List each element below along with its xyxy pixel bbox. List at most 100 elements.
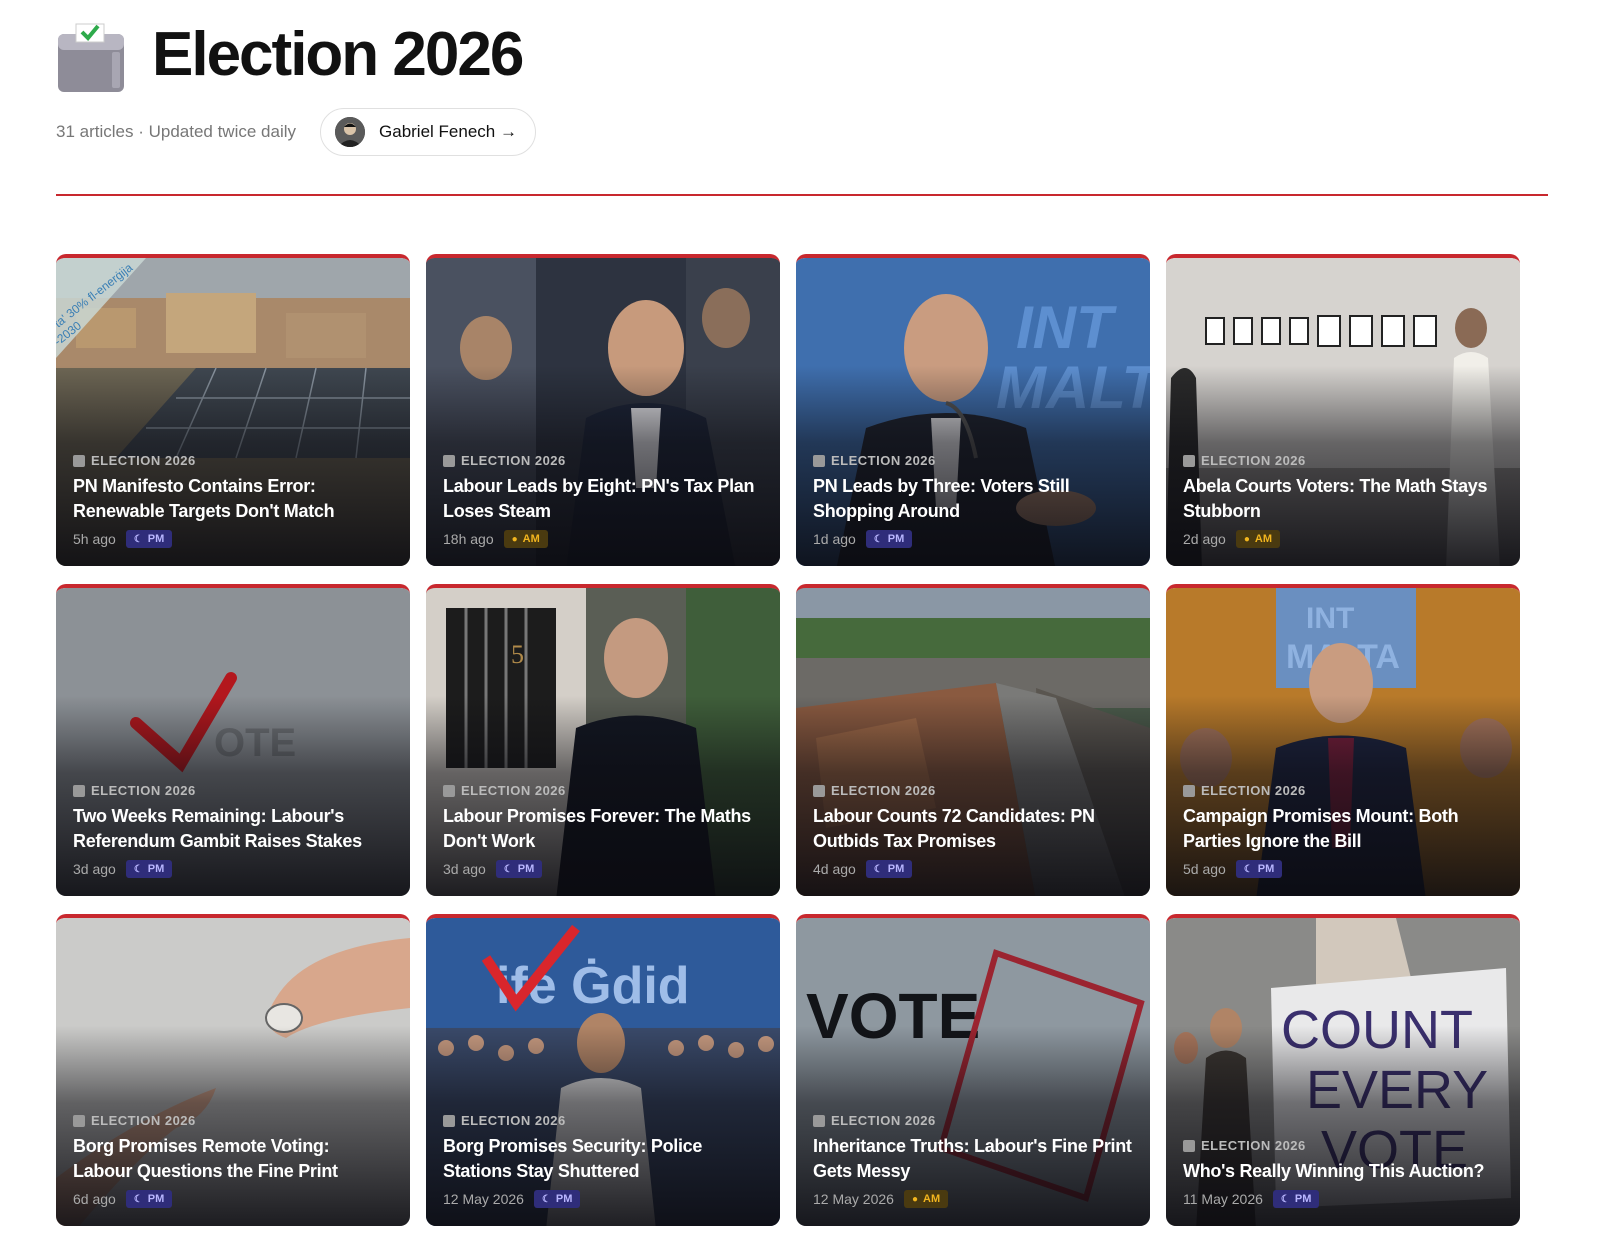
- kicker-label: ELECTION 2026: [461, 1113, 566, 1128]
- moon-icon: ☾: [541, 1193, 551, 1205]
- ballot-mini-icon: [443, 454, 455, 467]
- card-content: ELECTION 2026 Who's Really Winning This …: [1183, 1138, 1503, 1208]
- article-card[interactable]: VOTE ELECTION 2026 Inheritance Truths: L…: [796, 914, 1150, 1226]
- title-row: Election 2026: [56, 10, 1546, 100]
- card-kicker: ELECTION 2026: [1183, 453, 1503, 468]
- page-title: Election 2026: [152, 20, 524, 89]
- ballot-mini-icon: [73, 454, 85, 467]
- card-headline[interactable]: PN Leads by Three: Voters Still Shopping…: [813, 474, 1133, 524]
- card-time: 4d ago: [813, 861, 856, 877]
- edition-label: AM: [1254, 533, 1272, 545]
- moon-icon: ☾: [1243, 863, 1253, 875]
- card-content: ELECTION 2026 Labour Counts 72 Candidate…: [813, 783, 1133, 878]
- meta-row: 31 articles · Updated twice daily Gabrie…: [56, 108, 1546, 156]
- edition-badge: ● AM: [1235, 530, 1280, 548]
- page-header: Election 2026 31 articles · Updated twic…: [56, 10, 1546, 156]
- card-footer: 1d ago ☾ PM: [813, 530, 1133, 548]
- edition-badge: ☾ PM: [1272, 1190, 1320, 1208]
- card-time: 3d ago: [443, 861, 486, 877]
- author-link-button[interactable]: Gabriel Fenech →: [320, 108, 536, 156]
- card-kicker: ELECTION 2026: [813, 1113, 1133, 1128]
- edition-badge: ☾ PM: [125, 860, 173, 878]
- kicker-label: ELECTION 2026: [461, 453, 566, 468]
- edition-label: AM: [923, 1193, 941, 1205]
- card-footer: 5d ago ☾ PM: [1183, 860, 1503, 878]
- card-kicker: ELECTION 2026: [813, 783, 1133, 798]
- article-card[interactable]: INT MALT ELECTION 2026 PN Leads by Three…: [796, 254, 1150, 566]
- card-headline[interactable]: PN Manifesto Contains Error: Renewable T…: [73, 474, 393, 524]
- edition-label: PM: [1257, 863, 1275, 875]
- ballot-box-icon: [56, 22, 126, 94]
- kicker-label: ELECTION 2026: [1201, 783, 1306, 798]
- card-headline[interactable]: Two Weeks Remaining: Labour's Referendum…: [73, 804, 393, 854]
- edition-label: PM: [555, 1193, 573, 1205]
- card-footer: 5h ago ☾ PM: [73, 530, 393, 548]
- card-kicker: ELECTION 2026: [1183, 1138, 1503, 1153]
- card-time: 5d ago: [1183, 861, 1226, 877]
- edition-badge: ☾ PM: [1235, 860, 1283, 878]
- ballot-mini-icon: [73, 1114, 85, 1127]
- edition-badge: ☾ PM: [533, 1190, 581, 1208]
- article-card[interactable]: ELECTION 2026 Labour Counts 72 Candidate…: [796, 584, 1150, 896]
- card-kicker: ELECTION 2026: [443, 1113, 763, 1128]
- card-time: 12 May 2026: [813, 1191, 894, 1207]
- card-footer: 4d ago ☾ PM: [813, 860, 1133, 878]
- kicker-label: ELECTION 2026: [91, 783, 196, 798]
- card-headline[interactable]: Labour Counts 72 Candidates: PN Outbids …: [813, 804, 1133, 854]
- article-card[interactable]: ELECTION 2026 Borg Promises Remote Votin…: [56, 914, 410, 1226]
- card-headline[interactable]: Who's Really Winning This Auction?: [1183, 1159, 1503, 1184]
- article-card[interactable]: ife Ġdid ELECTION 2026 Borg Promises Sec…: [426, 914, 780, 1226]
- edition-badge: ☾ PM: [865, 860, 913, 878]
- ballot-mini-icon: [813, 784, 825, 797]
- card-headline[interactable]: Abela Courts Voters: The Math Stays Stub…: [1183, 474, 1503, 524]
- kicker-label: ELECTION 2026: [1201, 453, 1306, 468]
- card-time: 12 May 2026: [443, 1191, 524, 1207]
- edition-label: PM: [887, 533, 905, 545]
- card-content: ELECTION 2026 Two Weeks Remaining: Labou…: [73, 783, 393, 878]
- article-card[interactable]: ta' 30% fl-enerġija -2030 ELECTION 2026 …: [56, 254, 410, 566]
- card-footer: 3d ago ☾ PM: [73, 860, 393, 878]
- edition-label: PM: [147, 863, 165, 875]
- card-headline[interactable]: Labour Promises Forever: The Maths Don't…: [443, 804, 763, 854]
- card-content: ELECTION 2026 Labour Leads by Eight: PN'…: [443, 453, 763, 548]
- ballot-mini-icon: [813, 454, 825, 467]
- moon-icon: ☾: [503, 863, 513, 875]
- edition-label: PM: [147, 533, 165, 545]
- article-card[interactable]: 5 ELECTION 2026 Labour Promises Forever:…: [426, 584, 780, 896]
- card-time: 18h ago: [443, 531, 494, 547]
- card-footer: 18h ago ● AM: [443, 530, 763, 548]
- header-divider: [56, 194, 1548, 196]
- article-card[interactable]: COUNT EVERY VOTE ELECTION 2026 Who's Rea…: [1166, 914, 1520, 1226]
- article-card[interactable]: OTE ELECTION 2026 Two Weeks Remaining: L…: [56, 584, 410, 896]
- card-time: 2d ago: [1183, 531, 1226, 547]
- kicker-label: ELECTION 2026: [831, 1113, 936, 1128]
- card-kicker: ELECTION 2026: [813, 453, 1133, 468]
- edition-badge: ☾ PM: [865, 530, 913, 548]
- card-headline[interactable]: Inheritance Truths: Labour's Fine Print …: [813, 1134, 1133, 1184]
- card-footer: 11 May 2026 ☾ PM: [1183, 1190, 1503, 1208]
- card-content: ELECTION 2026 PN Leads by Three: Voters …: [813, 453, 1133, 548]
- kicker-label: ELECTION 2026: [461, 783, 566, 798]
- article-card[interactable]: ELECTION 2026 Labour Leads by Eight: PN'…: [426, 254, 780, 566]
- ballot-mini-icon: [1183, 784, 1195, 797]
- moon-icon: ☾: [133, 863, 143, 875]
- card-headline[interactable]: Borg Promises Remote Voting: Labour Ques…: [73, 1134, 393, 1184]
- author-name: Gabriel Fenech →: [379, 122, 517, 141]
- card-headline[interactable]: Borg Promises Security: Police Stations …: [443, 1134, 763, 1184]
- card-headline[interactable]: Campaign Promises Mount: Both Parties Ig…: [1183, 804, 1503, 854]
- card-content: ELECTION 2026 PN Manifesto Contains Erro…: [73, 453, 393, 548]
- kicker-label: ELECTION 2026: [831, 453, 936, 468]
- article-card[interactable]: ELECTION 2026 Abela Courts Voters: The M…: [1166, 254, 1520, 566]
- card-headline[interactable]: Labour Leads by Eight: PN's Tax Plan Los…: [443, 474, 763, 524]
- card-footer: 12 May 2026 ● AM: [813, 1190, 1133, 1208]
- edition-label: PM: [147, 1193, 165, 1205]
- card-time: 6d ago: [73, 1191, 116, 1207]
- card-content: ELECTION 2026 Borg Promises Security: Po…: [443, 1113, 763, 1208]
- sun-icon: ●: [511, 533, 518, 545]
- article-count-text: 31 articles · Updated twice daily: [56, 122, 297, 141]
- card-kicker: ELECTION 2026: [443, 453, 763, 468]
- article-card[interactable]: INT MALTA ELECTION 2026 Campaign Promise…: [1166, 584, 1520, 896]
- card-footer: 2d ago ● AM: [1183, 530, 1503, 548]
- ballot-mini-icon: [73, 784, 85, 797]
- ballot-mini-icon: [443, 1114, 455, 1127]
